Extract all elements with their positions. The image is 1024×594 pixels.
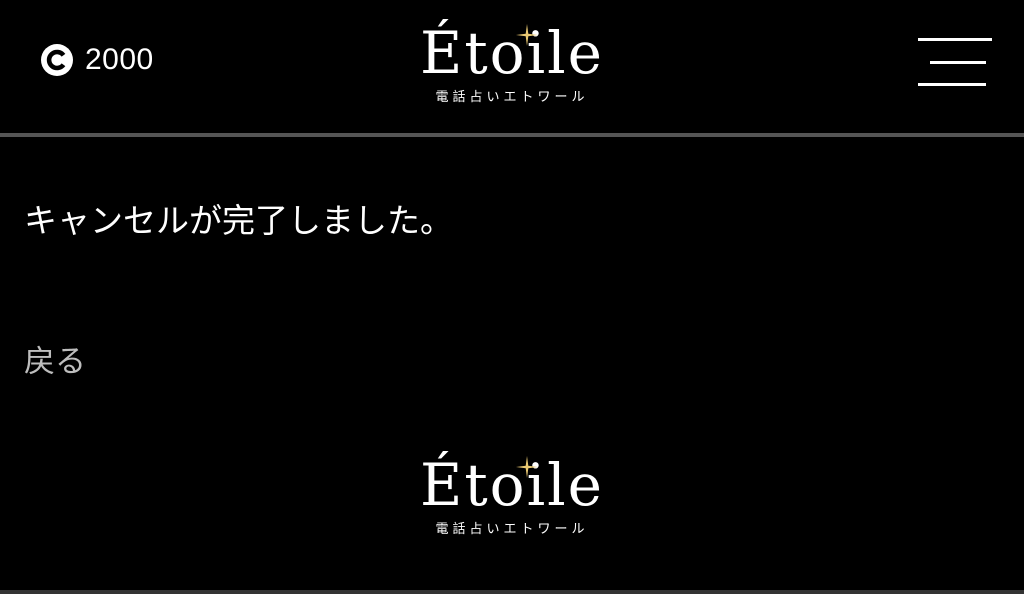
logo-wordmark: Étoile bbox=[420, 451, 604, 519]
points-value: 2000 bbox=[85, 43, 154, 76]
menu-button[interactable] bbox=[912, 34, 992, 90]
back-link[interactable]: 戻る bbox=[24, 337, 86, 387]
header-logo[interactable]: Étoile 電話占いエトワール bbox=[362, 18, 662, 118]
header-divider bbox=[0, 133, 1024, 137]
footer-logo[interactable]: Étoile 電話占いエトワール bbox=[362, 450, 662, 560]
logo-subtitle: 電話占いエトワール bbox=[435, 522, 589, 537]
points-balance[interactable]: 2000 bbox=[40, 42, 154, 78]
coin-c-icon bbox=[41, 44, 73, 76]
footer-divider bbox=[0, 590, 1024, 594]
sparkle-icon bbox=[516, 456, 538, 478]
cancel-complete-message: キャンセルが完了しました。 bbox=[24, 201, 453, 240]
logo-wordmark: Étoile bbox=[420, 19, 604, 87]
app-header: 2000 Étoile 電話占いエトワール bbox=[0, 0, 1024, 133]
sparkle-icon bbox=[516, 24, 538, 46]
logo-subtitle: 電話占いエトワール bbox=[435, 90, 589, 105]
